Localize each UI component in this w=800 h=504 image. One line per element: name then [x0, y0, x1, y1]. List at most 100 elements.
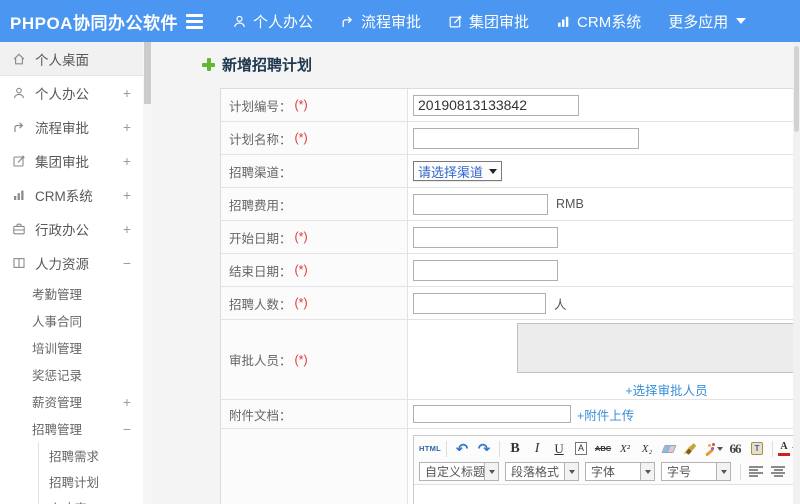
sidebar-item-personal-desktop[interactable]: 个人桌面: [0, 42, 143, 76]
align-left-icon: [749, 466, 763, 477]
chart-icon: [556, 14, 571, 29]
start-date-input[interactable]: [413, 226, 558, 248]
bold-button[interactable]: B: [505, 439, 525, 458]
blockquote-button[interactable]: 66: [725, 439, 745, 458]
required-mark: (*): [294, 352, 308, 367]
sidebar-item-hr-contract[interactable]: 人事合同: [0, 307, 143, 334]
recruit-cost-input[interactable]: [413, 193, 548, 215]
expand-toggle-icon[interactable]: +: [121, 221, 133, 237]
sidebar-item-training-mgmt[interactable]: 培训管理: [0, 334, 143, 361]
approvers-field: +选择审批人员: [408, 320, 800, 399]
recruit-channel-label: 招聘渠道：: [221, 155, 408, 187]
attachment-input[interactable]: [413, 405, 571, 423]
end-date-label: 结束日期： (*): [221, 254, 408, 286]
menu-toggle-icon[interactable]: [186, 13, 203, 29]
undo-icon: ↶: [455, 440, 469, 458]
auto-typeset-button[interactable]: [703, 439, 723, 458]
page-title: 新增招聘计划: [202, 54, 312, 75]
eraser-button[interactable]: [659, 439, 679, 458]
plan-name-input[interactable]: [413, 127, 639, 149]
sidebar-scrollbar-thumb[interactable]: [144, 42, 151, 104]
window-scrollbar[interactable]: [793, 42, 800, 504]
flow-icon: [340, 14, 355, 29]
superscript-icon: X²: [620, 442, 631, 455]
attachment-upload-link[interactable]: +附件上传: [577, 405, 634, 424]
italic-button[interactable]: I: [527, 439, 547, 458]
sidebar-item-recruit-demand[interactable]: 招聘需求: [39, 442, 143, 468]
sidebar-scrollbar[interactable]: [143, 42, 152, 504]
attachment-label: 附件文档：: [221, 400, 408, 428]
paragraph-format-dropdown[interactable]: 段落格式: [505, 462, 579, 481]
sidebar-item-human-resources[interactable]: 人力资源 −: [0, 246, 143, 280]
app-logo: PHPOA协同办公软件: [10, 13, 178, 33]
caret-down-icon[interactable]: [641, 462, 655, 481]
form-row-plan-number: 计划编号： (*): [221, 89, 800, 122]
toolbar-separator: [740, 463, 741, 480]
window-scrollbar-thumb[interactable]: [794, 46, 799, 132]
sidebar-item-admin-office[interactable]: 行政办公 +: [0, 212, 143, 246]
plan-number-input[interactable]: [413, 94, 579, 116]
required-mark: (*): [294, 131, 308, 145]
select-approvers-link[interactable]: +选择审批人员: [625, 380, 707, 399]
topnav-more-apps[interactable]: 更多应用: [668, 11, 747, 32]
recruit-cost-field: RMB: [408, 188, 800, 220]
topnav-workflow-approval[interactable]: 流程审批: [340, 11, 421, 32]
align-left-button[interactable]: [746, 462, 766, 481]
sidebar-item-talent-pool[interactable]: 人才库: [39, 494, 143, 504]
recruit-count-input[interactable]: [413, 292, 546, 314]
undo-button[interactable]: ↶: [452, 439, 472, 458]
sidebar-item-workflow-approval[interactable]: 流程审批 +: [0, 110, 143, 144]
sidebar-item-recruit-plan[interactable]: 招聘计划: [39, 468, 143, 494]
subscript-icon: X₂: [641, 442, 653, 455]
editor-content-area[interactable]: [414, 484, 800, 504]
subscript-button[interactable]: X₂: [637, 439, 657, 458]
expand-toggle-icon[interactable]: −: [121, 421, 133, 437]
font-family-dropdown[interactable]: 字体: [585, 462, 655, 481]
end-date-input[interactable]: [413, 259, 558, 281]
topnav-crm-system[interactable]: CRM系统: [556, 11, 641, 32]
font-size-dropdown[interactable]: 字号: [661, 462, 731, 481]
superscript-button[interactable]: X²: [615, 439, 635, 458]
custom-title-dropdown[interactable]: 自定义标题: [419, 462, 499, 481]
strikethrough-button[interactable]: ABC: [593, 439, 613, 458]
format-brush-button[interactable]: [681, 439, 701, 458]
caret-down-icon[interactable]: [717, 462, 731, 481]
expand-toggle-icon[interactable]: +: [121, 85, 133, 101]
topnav-group-approval[interactable]: 集团审批: [448, 11, 529, 32]
expand-toggle-icon[interactable]: +: [121, 119, 133, 135]
font-border-button[interactable]: A: [571, 439, 591, 458]
editor-toolbar-row1: HTML↶↷BIUAABCX²X₂66TAab: [414, 436, 800, 461]
sidebar-item-personal-office[interactable]: 个人办公 +: [0, 76, 143, 110]
sidebar-item-reward-punishment[interactable]: 奖惩记录: [0, 361, 143, 388]
sidebar-item-recruitment-mgmt[interactable]: 招聘管理 −: [0, 415, 143, 442]
recruit-plan-form: 计划编号：(*)计划名称：(*)招聘渠道：请选择渠道招聘费用： RMB 开始日期：(…: [220, 88, 800, 504]
expand-toggle-icon[interactable]: +: [121, 394, 133, 410]
topnav-personal-office[interactable]: 个人办公: [232, 11, 313, 32]
paste-text-icon: T: [751, 442, 764, 455]
sidebar-item-salary-mgmt[interactable]: 薪资管理 +: [0, 388, 143, 415]
sidebar-item-attendance-mgmt[interactable]: 考勤管理: [0, 280, 143, 307]
font-border-icon: A: [575, 442, 588, 455]
expand-toggle-icon[interactable]: −: [121, 255, 133, 271]
caret-down-icon[interactable]: [485, 462, 499, 481]
underline-button[interactable]: U: [549, 439, 569, 458]
expand-toggle-icon[interactable]: +: [121, 153, 133, 169]
expand-toggle-icon[interactable]: +: [121, 187, 133, 203]
sidebar-sublist-2: 招聘需求招聘计划人才库: [38, 442, 143, 504]
caret-down-icon[interactable]: [565, 462, 579, 481]
recruit-channel-select[interactable]: 请选择渠道: [413, 161, 503, 181]
approvers-textarea[interactable]: [516, 323, 800, 373]
redo-button[interactable]: ↷: [474, 439, 494, 458]
format-brush-icon: [685, 442, 697, 455]
html-source-button[interactable]: HTML: [419, 439, 441, 458]
plan-number-label: 计划编号： (*): [221, 89, 408, 121]
align-center-button[interactable]: [768, 462, 788, 481]
plan-name-field: [408, 122, 800, 154]
recruit-count-field: 人: [408, 287, 800, 319]
form-row-recruit-cost: 招聘费用： RMB: [221, 188, 800, 221]
required-mark: (*): [294, 263, 308, 277]
sidebar-item-crm-system[interactable]: CRM系统 +: [0, 178, 143, 212]
paste-text-button[interactable]: T: [747, 439, 767, 458]
user-icon: [12, 86, 27, 100]
sidebar-item-group-approval[interactable]: 集团审批 +: [0, 144, 143, 178]
